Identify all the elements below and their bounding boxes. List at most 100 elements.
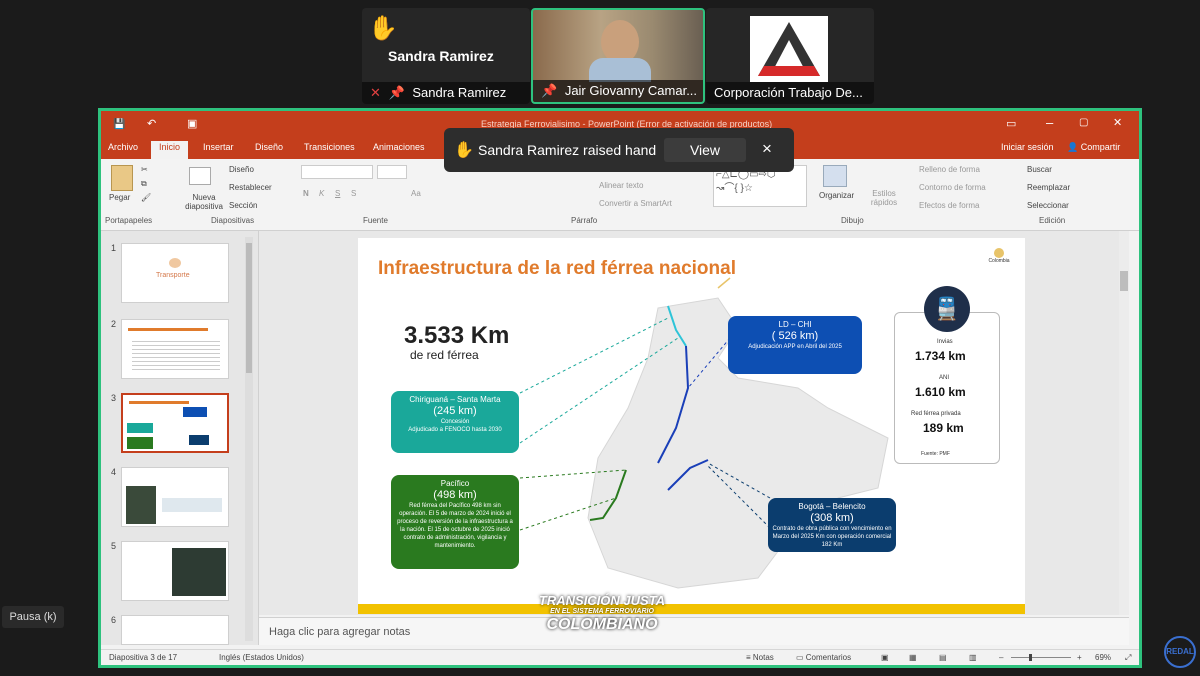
shape-outline-button[interactable]: Contorno de forma — [919, 183, 986, 192]
close-window-icon[interactable]: ✕ — [1113, 116, 1122, 129]
shadow-button[interactable]: S — [351, 189, 356, 198]
save-icon[interactable]: 💾 — [113, 119, 125, 130]
thumb-photo — [172, 548, 226, 596]
arrange-icon[interactable] — [823, 165, 847, 187]
italic-button[interactable]: K — [319, 189, 324, 198]
pause-button[interactable]: Pausa (k) — [2, 606, 64, 628]
notes-pane[interactable]: Haga clic para agregar notas — [259, 617, 1129, 645]
invias-label: Invias — [937, 339, 953, 345]
comments-button[interactable]: ▭ Comentarios — [796, 653, 851, 662]
chiriguana-box: Chiriguaná – Santa Marta (245 km) Conces… — [391, 391, 519, 453]
new-slide-icon[interactable] — [189, 167, 211, 185]
participant-tile-jair[interactable]: 📌 Jair Giovanny Camar... — [531, 8, 705, 104]
scroll-thumb[interactable] — [246, 243, 252, 373]
participant-name: Jair Giovanny Camar... — [564, 83, 698, 98]
notes-placeholder: Haga clic para agregar notas — [269, 626, 411, 638]
font-size-select[interactable] — [377, 165, 407, 179]
slide-thumbnail-3-selected[interactable] — [121, 393, 229, 453]
paste-icon[interactable] — [111, 165, 133, 191]
format-painter-icon[interactable]: 🖌 — [141, 193, 151, 202]
raised-hand-icon: ✋ — [454, 142, 474, 159]
slide-thumbnail-4[interactable] — [121, 467, 229, 527]
slide-thumbnail-5[interactable] — [121, 541, 229, 601]
ani-value: 1.610 km — [915, 385, 966, 399]
thumb-box — [183, 407, 207, 417]
section-button[interactable]: Sección — [229, 201, 257, 210]
raised-hand-notification: ✋ Sandra Ramirez raised hand View × — [444, 128, 794, 172]
arrange-button[interactable]: Organizar — [819, 191, 854, 200]
train-icon: 🚆 — [924, 286, 970, 332]
slideshow-icon[interactable]: ▥ — [969, 653, 977, 662]
share-button[interactable]: 👤 Compartir — [1067, 142, 1120, 153]
participant-video-shirt — [589, 58, 651, 82]
group-paragraph-label: Párrafo — [571, 216, 598, 225]
notes-label: Notas — [752, 653, 774, 662]
tab-animaciones[interactable]: Animaciones — [373, 142, 425, 152]
align-text-button[interactable]: Alinear texto — [599, 181, 643, 190]
present-icon[interactable]: ▣ — [187, 117, 197, 130]
notes-button[interactable]: ≡ Notas — [746, 653, 774, 662]
current-slide[interactable]: Infraestructura de la red férrea naciona… — [358, 238, 1025, 614]
participant-tile-corporacion[interactable]: Corporación Trabajo De... — [706, 8, 874, 104]
watermark-line3: COLOMBIANO — [546, 616, 658, 633]
sorter-view-icon[interactable]: ▦ — [909, 653, 917, 662]
reading-view-icon[interactable]: ▤ — [939, 653, 947, 662]
smartart-button[interactable]: Convertir a SmartArt — [599, 199, 672, 208]
tab-insertar[interactable]: Insertar — [203, 142, 234, 152]
thumb-title: Transporte — [156, 272, 190, 279]
route-marker — [717, 277, 731, 289]
undo-icon[interactable]: ↶ — [147, 117, 156, 130]
normal-view-icon[interactable]: ▣ — [881, 653, 889, 662]
chiriguana-desc2: Adjudicado a FENOCO hasta 2030 — [408, 427, 502, 433]
tab-archivo[interactable]: Archivo — [108, 142, 138, 152]
tab-inicio[interactable]: Inicio — [151, 141, 189, 159]
underline-button[interactable]: S — [335, 189, 340, 198]
participant-tile-sandra[interactable]: ✋ Sandra Ramirez ✕ 📌 Sandra Ramirez — [362, 8, 530, 104]
new-slide-button[interactable]: Nueva diapositiva — [179, 193, 229, 211]
user-icon: 👤 — [1067, 142, 1081, 152]
find-button[interactable]: Buscar — [1027, 165, 1052, 174]
ld-chi-title: LD – CHI — [778, 320, 812, 329]
minimize-icon[interactable]: – — [1046, 115, 1053, 130]
tab-transiciones[interactable]: Transiciones — [304, 142, 355, 152]
tab-diseno[interactable]: Diseño — [255, 142, 283, 152]
replace-button[interactable]: Reemplazar — [1027, 183, 1070, 192]
reset-button[interactable]: Restablecer — [229, 183, 272, 192]
zoom-slider[interactable] — [1011, 654, 1071, 661]
font-family-select[interactable] — [301, 165, 373, 179]
watermark-line1: TRANSICIÓN JUSTA — [538, 593, 666, 608]
signin-link[interactable]: Iniciar sesión — [1001, 142, 1054, 152]
layout-button[interactable]: Diseño — [229, 165, 254, 174]
zoom-level[interactable]: 69% — [1095, 653, 1111, 662]
participant-name-label: 📌 Jair Giovanny Camar... — [533, 80, 703, 102]
group-clipboard-label: Portapapeles — [105, 216, 153, 225]
zoom-out-icon[interactable]: – — [999, 653, 1003, 662]
bold-button[interactable]: N — [303, 189, 309, 198]
maximize-icon[interactable]: ▢ — [1079, 117, 1088, 128]
scroll-thumb[interactable] — [1120, 271, 1128, 291]
fit-slide-icon[interactable]: ⤢ — [1125, 653, 1131, 663]
shape-fill-button[interactable]: Relleno de forma — [919, 165, 980, 174]
close-icon[interactable]: × — [762, 139, 772, 159]
view-button[interactable]: View — [664, 138, 746, 162]
copy-icon[interactable]: ⧉ — [141, 179, 147, 189]
cut-icon[interactable]: ✂ — [141, 165, 148, 174]
thumbs-scrollbar[interactable] — [245, 237, 253, 641]
paste-button[interactable]: Pegar — [109, 193, 130, 202]
watermark-line2: EN EL SISTEMA FERROVIARIO — [550, 608, 654, 615]
zoom-slider-handle[interactable] — [1029, 654, 1032, 661]
font-case-button[interactable]: Aa — [411, 189, 421, 198]
zoom-in-icon[interactable]: + — [1077, 653, 1082, 662]
shape-effects-button[interactable]: Efectos de forma — [919, 201, 979, 210]
ribbon-options-icon[interactable]: ▭ — [1006, 117, 1016, 130]
slide-thumbnail-2[interactable] — [121, 319, 229, 379]
quick-styles-button[interactable]: Estilos rápidos — [867, 189, 901, 207]
slide-thumbnail-1[interactable]: Transporte — [121, 243, 229, 303]
slide-thumbnail-6[interactable] — [121, 615, 229, 645]
thumb-number: 4 — [111, 467, 117, 477]
slide-thumbnails-pane: 1 Transporte 2 3 4 5 6 — [101, 231, 259, 645]
select-button[interactable]: Seleccionar — [1027, 201, 1069, 210]
thumb-text-line — [129, 401, 189, 404]
private-value: 189 km — [923, 421, 964, 435]
slide-scrollbar[interactable] — [1119, 231, 1129, 615]
